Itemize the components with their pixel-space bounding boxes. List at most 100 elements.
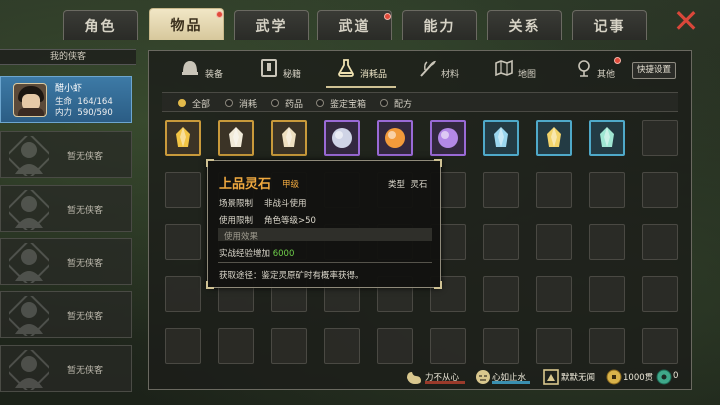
filter-radio-all[interactable] <box>178 99 186 107</box>
inventory-item[interactable] <box>218 120 254 156</box>
inventory-slot-empty[interactable] <box>589 276 625 312</box>
inventory-slot-empty[interactable] <box>165 224 201 260</box>
inventory-item[interactable] <box>271 120 307 156</box>
calm-face-icon <box>476 370 490 384</box>
inventory-slot-empty[interactable] <box>483 328 519 364</box>
category-equipment[interactable]: 装备 <box>205 67 223 80</box>
inventory-slot-empty[interactable] <box>589 172 625 208</box>
inventory-slot-empty[interactable] <box>589 224 625 260</box>
filter-label-chest[interactable]: 鉴定宝箱 <box>330 97 366 110</box>
party-header: 我的侠客 <box>0 49 136 65</box>
tooltip-grade: 甲级 <box>282 180 300 190</box>
tab-items[interactable]: 物品 <box>149 8 224 40</box>
person-silhouette-icon <box>9 296 49 336</box>
helmet-icon[interactable] <box>180 58 200 78</box>
filter-radio-recipe[interactable] <box>380 99 388 107</box>
inventory-slot-empty[interactable] <box>642 328 678 364</box>
tooltip-source: 获取途径：鉴定灵原矿时有概率获得。 <box>219 271 364 281</box>
empty-slot-label: 暂无侠客 <box>67 206 104 216</box>
category-materials[interactable]: 材料 <box>441 67 459 80</box>
tab-martial-way[interactable]: 武道 <box>317 10 392 40</box>
inventory-slot-empty[interactable] <box>536 276 572 312</box>
herb-icon[interactable] <box>418 58 438 78</box>
inventory-item[interactable] <box>430 120 466 156</box>
bell-icon[interactable] <box>574 58 594 78</box>
tooltip-divider <box>218 262 432 263</box>
inventory-item[interactable] <box>589 120 625 156</box>
inventory-item[interactable] <box>165 120 201 156</box>
inventory-slot-empty[interactable] <box>165 328 201 364</box>
stamina-bar <box>425 381 465 384</box>
inventory-slot-empty[interactable] <box>324 328 360 364</box>
inventory-slot-empty[interactable] <box>642 276 678 312</box>
white-crystal-icon <box>229 127 243 147</box>
person-silhouette-icon <box>9 243 49 283</box>
inventory-slot-empty[interactable] <box>483 276 519 312</box>
close-icon[interactable]: ✕ <box>672 5 700 37</box>
inventory-slot-empty[interactable] <box>165 276 201 312</box>
inventory-slot-empty[interactable] <box>271 328 307 364</box>
quick-settings-button[interactable]: 快捷设置 <box>632 62 676 79</box>
tooltip-title: 上品灵石 <box>219 177 272 192</box>
inventory-item[interactable] <box>536 120 572 156</box>
hero-mp: 内力 590/590 <box>55 108 113 118</box>
filter-label-consume[interactable]: 消耗 <box>239 97 257 110</box>
tooltip-scene-limit: 场景限制 非战斗使用 <box>219 199 307 209</box>
filter-label-recipe[interactable]: 配方 <box>394 97 412 110</box>
notification-dot <box>216 11 223 18</box>
party-slot-empty[interactable]: 暂无侠客 <box>0 345 132 392</box>
inventory-slot-empty[interactable] <box>536 224 572 260</box>
filter-radio-medicine[interactable] <box>271 99 279 107</box>
inventory-slot-empty[interactable] <box>642 120 678 156</box>
top-tab-bar: 角色 物品 武学 武道 能力 关系 记事 ✕ <box>0 0 720 42</box>
avatar <box>13 83 47 117</box>
category-consumables[interactable]: 消耗品 <box>360 67 387 80</box>
potion-icon[interactable] <box>336 58 356 78</box>
purple-orb-icon <box>438 128 458 148</box>
tab-relations[interactable]: 关系 <box>487 10 562 40</box>
inventory-slot-empty[interactable] <box>483 224 519 260</box>
tab-martial-arts[interactable]: 武学 <box>234 10 309 40</box>
empty-slot-label: 暂无侠客 <box>67 366 104 376</box>
category-other[interactable]: 其他 <box>597 67 615 80</box>
tab-character[interactable]: 角色 <box>63 10 138 40</box>
inventory-slot-empty[interactable] <box>377 328 413 364</box>
white-crystal-icon <box>282 127 296 147</box>
empty-slot-label: 暂无侠客 <box>67 259 104 269</box>
category-manuals[interactable]: 秘籍 <box>283 67 301 80</box>
inventory-slot-empty[interactable] <box>642 172 678 208</box>
inventory-slot-empty[interactable] <box>589 328 625 364</box>
person-silhouette-icon <box>9 136 49 176</box>
status-jade: 0 <box>673 371 679 381</box>
filter-label-medicine[interactable]: 药品 <box>285 97 303 110</box>
person-silhouette-icon <box>9 350 49 390</box>
filter-label-all[interactable]: 全部 <box>192 97 210 110</box>
party-slot-empty[interactable]: 暂无侠客 <box>0 185 132 232</box>
filter-radio-chest[interactable] <box>316 99 324 107</box>
hero-name: 醋小虾 <box>55 84 83 94</box>
tooltip-effect: 实战经验增加 6000 <box>219 249 295 259</box>
inventory-slot-empty[interactable] <box>642 224 678 260</box>
inventory-item[interactable] <box>483 120 519 156</box>
inventory-slot-empty[interactable] <box>536 172 572 208</box>
inventory-slot-empty[interactable] <box>483 172 519 208</box>
book-icon[interactable] <box>259 58 279 78</box>
inventory-item[interactable] <box>324 120 360 156</box>
filter-radio-consume[interactable] <box>225 99 233 107</box>
party-slot-empty[interactable]: 暂无侠客 <box>0 291 132 338</box>
inventory-item[interactable] <box>377 120 413 156</box>
category-maps[interactable]: 地图 <box>518 67 536 80</box>
inventory-slot-empty[interactable] <box>536 328 572 364</box>
map-icon[interactable] <box>494 58 514 78</box>
tab-abilities[interactable]: 能力 <box>402 10 477 40</box>
party-slot-empty[interactable]: 暂无侠客 <box>0 238 132 285</box>
coin-icon <box>606 369 622 385</box>
inventory-slot-empty[interactable] <box>430 328 466 364</box>
tooltip-use-limit: 使用限制 角色等级>50 <box>219 216 316 226</box>
inventory-slot-empty[interactable] <box>218 328 254 364</box>
party-slot-empty[interactable]: 暂无侠客 <box>0 131 132 178</box>
inventory-slot-empty[interactable] <box>165 172 201 208</box>
tab-journal[interactable]: 记事 <box>572 10 647 40</box>
party-slot-hero[interactable]: 醋小虾 生命 164/164 内力 590/590 <box>0 76 132 123</box>
tooltip-type: 类型 灵石 <box>388 180 428 190</box>
